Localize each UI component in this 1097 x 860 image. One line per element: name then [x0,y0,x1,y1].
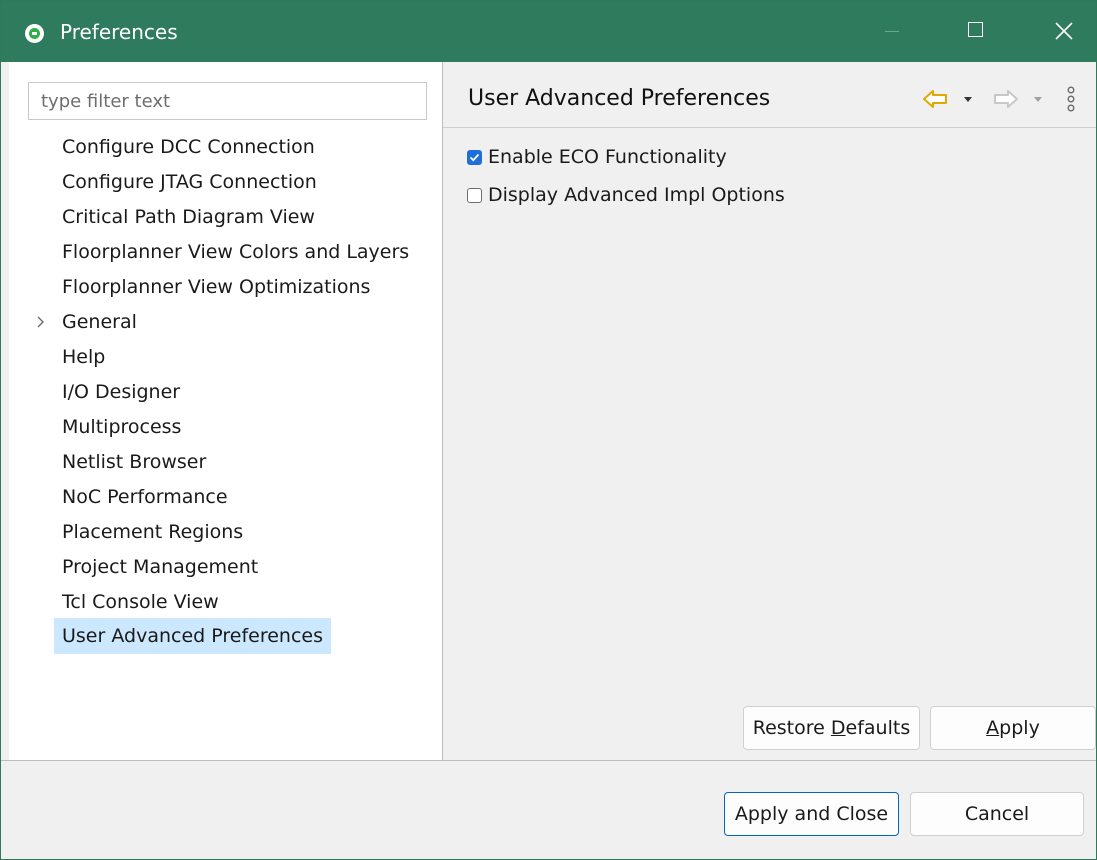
checkbox-unchecked[interactable] [467,187,482,203]
preference-page: User Advanced Preferences Enable ECO Fun… [443,62,1096,760]
tree-item-critical-path-diagram-view[interactable]: Critical Path Diagram View [54,199,323,235]
option-label: Display Advanced Impl Options [488,184,785,206]
tree-item-floorplanner-view-colors-and-layers[interactable]: Floorplanner View Colors and Layers [54,234,417,270]
option-display-advanced-impl[interactable]: Display Advanced Impl Options [467,181,785,209]
preference-tree-panel: Configure DCC Connection Configure JTAG … [9,62,442,760]
dropdown-arrow-icon [964,97,972,102]
forward-history-dropdown[interactable] [1033,84,1043,114]
forward-arrow-icon [994,90,1018,108]
window-title: Preferences [60,20,178,44]
view-menu-icon [1067,86,1075,112]
tree-item-project-management[interactable]: Project Management [54,549,266,585]
tree-item-placement-regions[interactable]: Placement Regions [54,514,251,550]
restore-defaults-button[interactable]: Restore Defaults [743,706,920,750]
forward-button[interactable] [993,84,1019,114]
back-button[interactable] [922,84,948,114]
header-divider [443,127,1096,128]
tree-item-netlist-browser[interactable]: Netlist Browser [54,444,214,480]
dropdown-arrow-icon [1034,97,1042,102]
tree-item-tcl-console-view[interactable]: Tcl Console View [54,584,227,620]
cancel-button[interactable]: Cancel [910,792,1084,836]
check-icon [469,153,480,161]
tree-item-noc-performance[interactable]: NoC Performance [54,479,236,515]
option-enable-eco[interactable]: Enable ECO Functionality [467,143,727,171]
maximize-icon [968,22,983,37]
preferences-dialog: Preferences Configure DCC Connection Con… [0,0,1097,860]
minimize-icon [885,31,899,32]
checkbox-checked[interactable] [467,149,482,165]
tree-item-io-designer[interactable]: I/O Designer [54,374,188,410]
tree-item-configure-dcc-connection[interactable]: Configure DCC Connection [54,129,323,165]
button-label: Apply [986,717,1040,739]
tree-item-general[interactable]: General [54,304,145,340]
title-bar: Preferences [1,1,1096,62]
button-label: Restore Defaults [752,717,911,739]
app-logo-icon [25,24,44,43]
minimize-button[interactable] [858,1,924,62]
tree-item-help[interactable]: Help [54,339,113,375]
tree-item-multiprocess[interactable]: Multiprocess [54,409,189,445]
tree-item-user-advanced-preferences[interactable]: User Advanced Preferences [54,618,331,654]
apply-and-close-button[interactable]: Apply and Close [724,792,899,836]
close-button[interactable] [1030,1,1096,62]
filter-input[interactable] [28,82,427,120]
maximize-button[interactable] [947,1,1013,62]
close-icon [1055,22,1073,40]
view-menu-button[interactable] [1066,84,1076,114]
tree-item-configure-jtag-connection[interactable]: Configure JTAG Connection [54,164,325,200]
apply-button[interactable]: Apply [930,706,1096,750]
option-label: Enable ECO Functionality [488,146,727,168]
page-title: User Advanced Preferences [468,86,771,111]
dialog-footer: Apply and Close Cancel [1,761,1096,859]
back-arrow-icon [923,90,947,108]
back-history-dropdown[interactable] [963,84,973,114]
expand-chevron-icon[interactable] [34,304,48,340]
tree-item-floorplanner-view-optimizations[interactable]: Floorplanner View Optimizations [54,269,378,305]
